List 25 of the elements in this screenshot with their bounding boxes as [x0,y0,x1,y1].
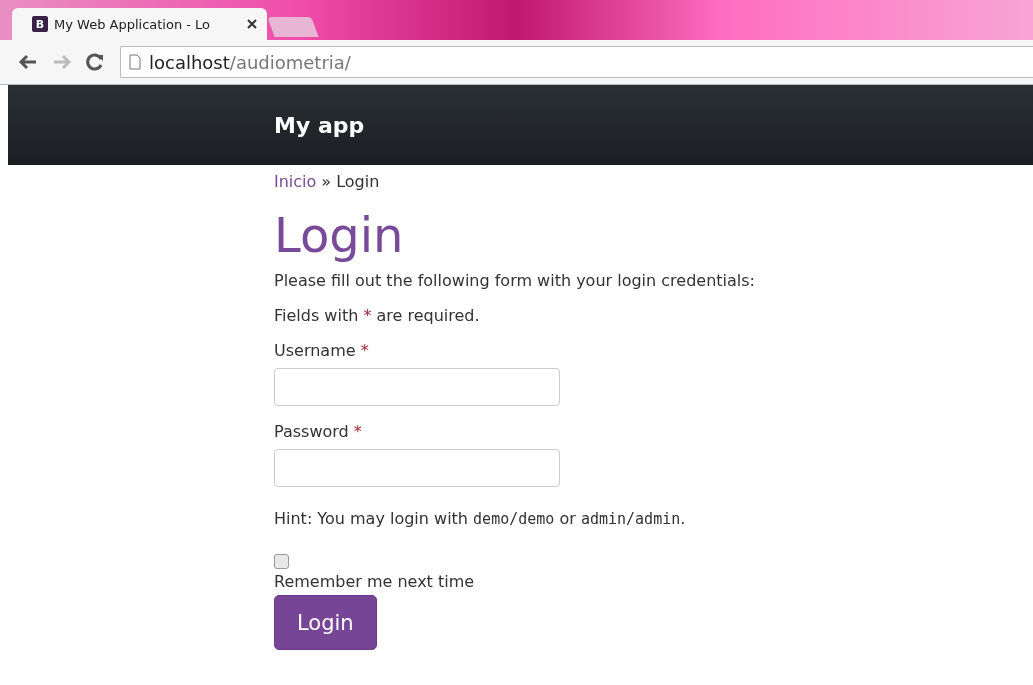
new-tab-button[interactable] [267,17,319,37]
close-icon[interactable] [247,19,257,29]
breadcrumb-current: Login [336,171,380,191]
field-label: Password * [274,422,363,441]
page-icon [129,54,141,70]
browser-tab[interactable]: B My Web Application - Lo [12,8,267,40]
back-icon[interactable] [18,54,38,70]
breadcrumb-separator: » [321,171,332,191]
favicon: B [32,16,48,32]
address-bar[interactable]: localhost/audiometria/ [120,46,1033,78]
input-field[interactable] [274,368,560,406]
hint-text: Hint: You may login with demo/demo or admin/admin. [274,509,687,528]
field-label: Username * [274,341,370,360]
brand-link[interactable]: My app [274,112,365,138]
page-heading: Login [274,207,405,263]
reload-icon[interactable] [86,53,104,71]
breadcrumb-link[interactable]: Inicio [274,171,317,191]
tab-title: My Web Application - Lo [54,16,212,32]
forward-icon[interactable] [52,54,72,70]
required-note: Fields with * are required. [274,306,481,325]
remember-checkbox[interactable] [274,554,289,569]
intro-text: Please fill out the following form with your login credentials: [274,271,756,290]
input-field[interactable] [274,449,560,487]
login-button[interactable]: Login [274,595,377,650]
remember-label: Remember me next time [274,572,476,591]
